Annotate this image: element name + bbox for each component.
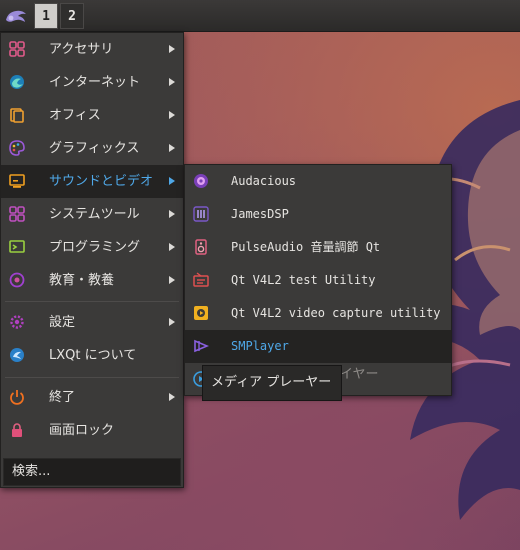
submenu-arrow-icon [169, 276, 175, 284]
audacious-icon [194, 174, 208, 188]
menu-item-programming[interactable]: プログラミング [1, 231, 183, 264]
menu-item-label: LXQt について [49, 348, 137, 363]
menu-item-sound-video[interactable]: サウンドとビデオ [1, 165, 183, 198]
tooltip: メディア プレーヤー [202, 365, 342, 401]
menu-item-shutdown[interactable]: 終了 [1, 381, 183, 414]
smplayer-icon [194, 339, 209, 353]
menu-item-about-lxqt[interactable]: LXQt について [1, 339, 183, 372]
power-icon [10, 390, 24, 405]
menu-item-label: インターネット [49, 75, 141, 90]
top-panel: 1 2 [0, 0, 520, 32]
menu-item-label: システムツール [49, 207, 140, 222]
submenu-arrow-icon [169, 111, 175, 119]
menu-item-education[interactable]: 教育・教養 [1, 264, 183, 297]
submenu-item-qv4l2[interactable]: Qt V4L2 test Utility [185, 264, 451, 297]
menu-separator [5, 377, 179, 378]
sound-video-submenu: Audacious JamesDSP PulseAudio 音量調節 Qt Qt… [184, 164, 452, 396]
application-menu: アクセサリ インターネット オフィス グラフィックス サウンドとビデオ システム… [0, 32, 184, 488]
system-tools-icon [9, 206, 25, 222]
menu-item-graphics[interactable]: グラフィックス [1, 132, 183, 165]
submenu-arrow-icon [169, 144, 175, 152]
menu-separator [5, 301, 179, 302]
submenu-item-label: JamesDSP [231, 207, 289, 221]
start-menu-button[interactable] [2, 2, 30, 30]
submenu-item-jamesdsp[interactable]: JamesDSP [185, 198, 451, 231]
menu-item-label: 画面ロック [49, 423, 115, 438]
menu-search-input[interactable]: 検索... [3, 458, 181, 486]
office-icon [10, 108, 24, 123]
submenu-item-audacious[interactable]: Audacious [185, 165, 451, 198]
lxqt-about-icon [10, 348, 24, 362]
menu-item-lock-screen[interactable]: 画面ロック [1, 414, 183, 447]
menu-item-label: アクセサリ [49, 42, 114, 57]
submenu-item-label: SMPlayer [231, 339, 289, 353]
pulseaudio-icon [195, 239, 207, 255]
qvidcap-icon [194, 306, 208, 320]
jamesdsp-icon [193, 206, 209, 222]
menu-item-office[interactable]: オフィス [1, 99, 183, 132]
submenu-item-label: Audacious [231, 174, 297, 188]
menu-item-label: プログラミング [49, 240, 141, 255]
menu-item-label: オフィス [49, 108, 101, 123]
submenu-arrow-icon [169, 78, 175, 86]
submenu-item-qvidcap[interactable]: Qt V4L2 video capture utility [185, 297, 451, 330]
submenu-arrow-icon [169, 177, 175, 185]
submenu-arrow-icon [169, 45, 175, 53]
desktop-switch-2[interactable]: 2 [60, 3, 84, 29]
submenu-arrow-icon [169, 318, 175, 326]
programming-icon [9, 240, 25, 253]
menu-item-label: 終了 [49, 390, 76, 405]
menu-item-label: グラフィックス [49, 141, 140, 156]
accessories-icon [9, 41, 25, 57]
submenu-arrow-icon [169, 243, 175, 251]
submenu-item-label: Qt V4L2 test Utility [231, 273, 376, 287]
menu-item-settings[interactable]: 設定 [1, 306, 183, 339]
submenu-item-label: Qt V4L2 video capture utility [231, 306, 441, 320]
menu-item-label: 設定 [49, 315, 76, 330]
settings-icon [10, 315, 24, 329]
submenu-item-smplayer[interactable]: SMPlayer [185, 330, 451, 363]
submenu-arrow-icon [169, 210, 175, 218]
submenu-item-label: PulseAudio 音量調節 Qt [231, 240, 381, 254]
menu-item-label: サウンドとビデオ [49, 174, 154, 189]
education-icon [9, 272, 25, 288]
internet-icon [10, 75, 24, 89]
submenu-arrow-icon [169, 393, 175, 401]
sound-video-icon [9, 174, 25, 188]
graphics-icon [9, 140, 25, 156]
qv4l2-icon [193, 272, 209, 287]
menu-item-system-tools[interactable]: システムツール [1, 198, 183, 231]
submenu-item-pulseaudio[interactable]: PulseAudio 音量調節 Qt [185, 231, 451, 264]
desktop-switch-1[interactable]: 1 [34, 3, 58, 29]
menu-item-label: 教育・教養 [49, 273, 115, 288]
menu-item-accessories[interactable]: アクセサリ [1, 33, 183, 66]
lock-icon [12, 423, 22, 437]
menu-item-internet[interactable]: インターネット [1, 66, 183, 99]
lxqt-logo-icon [6, 10, 26, 22]
